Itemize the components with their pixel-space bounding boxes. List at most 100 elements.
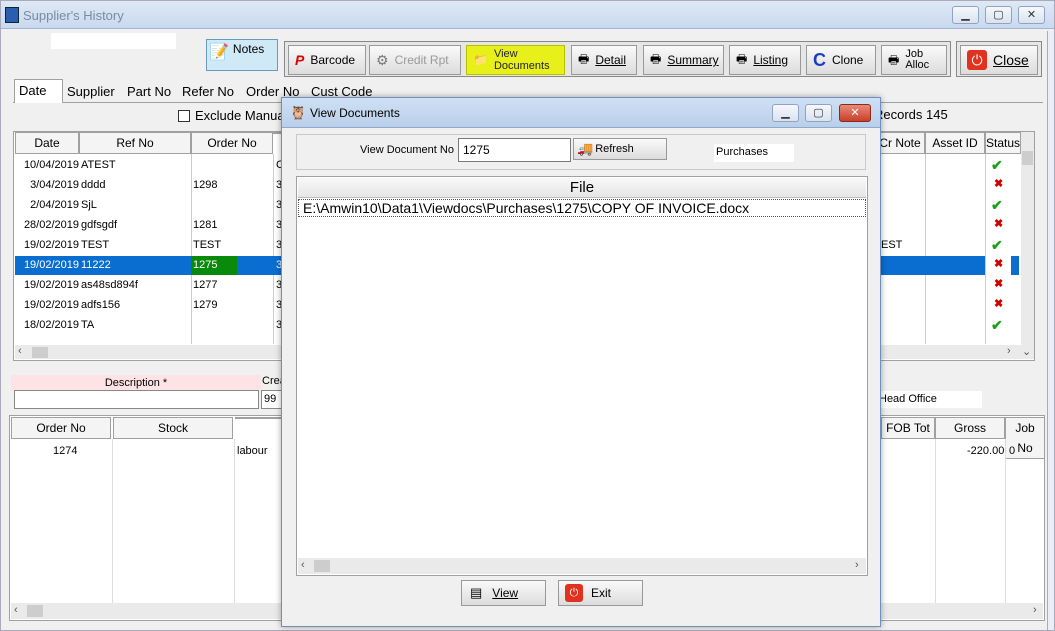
lines-header-order[interactable]: Order No: [11, 417, 111, 439]
file-h-scrollbar[interactable]: [298, 558, 866, 574]
detail-button[interactable]: 🖶 Detail: [571, 45, 637, 75]
row-date[interactable]: 19/02/2019: [17, 255, 79, 275]
listing-button[interactable]: 🖶 Listing: [729, 45, 801, 75]
row-date[interactable]: 2/04/2019: [17, 195, 79, 215]
row-ref[interactable]: TA: [81, 315, 189, 335]
file-row[interactable]: E:\Amwin10\Data1\Viewdocs\Purchases\1275…: [298, 199, 866, 217]
description-label: Description *: [11, 375, 261, 391]
view-documents-line2: Documents: [493, 60, 550, 72]
row-date[interactable]: 3/04/2019: [17, 175, 79, 195]
col-header-status[interactable]: Status: [985, 132, 1021, 154]
view-documents-label: View Documents: [494, 48, 550, 72]
lines-header-gross[interactable]: Gross: [935, 417, 1005, 439]
printer-icon: 🖶: [578, 51, 590, 66]
col-divider: [234, 439, 235, 603]
col-header-date[interactable]: Date: [15, 132, 79, 154]
col-header-ref[interactable]: Ref No: [79, 132, 191, 154]
app-icon: [5, 7, 19, 23]
line-desc: labour: [237, 445, 268, 457]
scroll-right-icon[interactable]: ›: [1007, 345, 1011, 357]
scroll-thumb[interactable]: [27, 605, 43, 617]
category-field: Purchases: [714, 144, 794, 162]
row-ref[interactable]: as48sd894f: [81, 275, 189, 295]
supplier-field[interactable]: [51, 33, 176, 49]
refresh-button[interactable]: 🚚 Refresh: [573, 138, 667, 160]
view-button[interactable]: ▤ View: [461, 580, 546, 606]
row-order[interactable]: 1279: [193, 295, 271, 315]
dialog-maximize-button[interactable]: ▢: [805, 104, 832, 122]
row-date[interactable]: 28/02/2019: [17, 215, 79, 235]
close-label: Close: [993, 52, 1029, 68]
file-list: [296, 176, 868, 576]
row-date[interactable]: 19/02/2019: [17, 295, 79, 315]
scroll-left-icon[interactable]: ‹: [18, 345, 22, 357]
clone-label: Clone: [832, 53, 864, 67]
row-ref[interactable]: adfs156: [81, 295, 189, 315]
tab-date[interactable]: Date: [14, 79, 63, 103]
view-documents-button[interactable]: 📁 View Documents: [466, 45, 565, 75]
col-divider: [925, 154, 926, 344]
grid-h-scrollbar-right[interactable]: [881, 345, 1021, 359]
doc-no-input[interactable]: [458, 138, 571, 162]
dialog-title: View Documents: [310, 106, 400, 120]
lines-header-stock[interactable]: Stock: [113, 417, 233, 439]
scroll-thumb[interactable]: [32, 347, 48, 358]
row-order[interactable]: 1275: [193, 255, 271, 275]
grid-h-scrollbar[interactable]: [15, 345, 281, 359]
row-ref[interactable]: ATEST: [81, 155, 189, 175]
barcode-icon: P: [295, 52, 305, 68]
row-ref[interactable]: gdfsgdf: [81, 215, 189, 235]
doc-no-label: View Document No: [360, 144, 454, 156]
barcode-button[interactable]: P Barcode: [288, 45, 366, 75]
row-order[interactable]: 1277: [193, 275, 271, 295]
col-divider: [112, 439, 113, 603]
scroll-right-icon[interactable]: ›: [1033, 604, 1037, 616]
notes-button[interactable]: 📝 Notes: [206, 39, 278, 71]
v-scroll-thumb[interactable]: [1022, 151, 1033, 165]
lines-header-fob[interactable]: FOB Tot: [881, 417, 935, 439]
row-date[interactable]: 19/02/2019: [17, 235, 79, 255]
description-input[interactable]: [14, 390, 259, 409]
scroll-thumb[interactable]: [314, 560, 330, 572]
cross-icon: ✖: [994, 278, 1004, 290]
exclude-manual-checkbox[interactable]: [178, 110, 190, 122]
grid-v-scrollbar[interactable]: [1021, 132, 1034, 359]
row-ref[interactable]: dddd: [81, 175, 189, 195]
exit-button[interactable]: ⏻ Exit: [558, 580, 643, 606]
row-ref[interactable]: TEST: [81, 235, 189, 255]
minimize-button[interactable]: ▁: [952, 6, 979, 24]
clone-button[interactable]: C Clone: [806, 45, 876, 75]
tab-part-no[interactable]: Part No: [123, 81, 175, 103]
col-header-cr-note[interactable]: Cr Note: [875, 132, 925, 154]
row-order[interactable]: 1298: [193, 175, 271, 195]
maximize-button[interactable]: ▢: [985, 6, 1012, 24]
row-ref[interactable]: 11222: [81, 255, 189, 275]
scroll-left-icon[interactable]: ‹: [14, 604, 18, 616]
scroll-right-icon[interactable]: ›: [855, 559, 859, 571]
row-cr-note[interactable]: EST: [881, 235, 923, 255]
tab-refer-no[interactable]: Refer No: [178, 81, 238, 103]
crea-input[interactable]: 99: [261, 390, 283, 409]
row-date[interactable]: 19/02/2019: [17, 275, 79, 295]
dialog-minimize-button[interactable]: ▁: [772, 104, 799, 122]
row-order[interactable]: 1281: [193, 215, 271, 235]
lines-header-desc: [235, 417, 283, 419]
row-date[interactable]: 18/02/2019: [17, 315, 79, 335]
printer-icon: 🖶: [736, 51, 748, 66]
row-ref[interactable]: SjL: [81, 195, 189, 215]
file-header[interactable]: File: [298, 178, 866, 198]
row-date[interactable]: 10/04/2019: [17, 155, 79, 175]
job-alloc-button[interactable]: 🖶 Job Alloc: [881, 45, 947, 75]
col-header-asset[interactable]: Asset ID: [925, 132, 985, 154]
window-close-button[interactable]: ✕: [1018, 6, 1045, 24]
window-title: Supplier's History: [23, 8, 124, 23]
tab-supplier[interactable]: Supplier: [63, 81, 119, 103]
close-button[interactable]: ⏻ Close: [960, 45, 1038, 75]
scroll-left-icon[interactable]: ‹: [301, 559, 305, 571]
row-order[interactable]: TEST: [193, 235, 271, 255]
col-header-order[interactable]: Order No: [191, 132, 273, 154]
summary-button[interactable]: 🖶 Summary: [643, 45, 724, 75]
dialog-close-button[interactable]: ✕: [839, 104, 871, 122]
cross-icon: ✖: [994, 258, 1004, 270]
scroll-down-icon[interactable]: ⌄: [1022, 345, 1031, 358]
